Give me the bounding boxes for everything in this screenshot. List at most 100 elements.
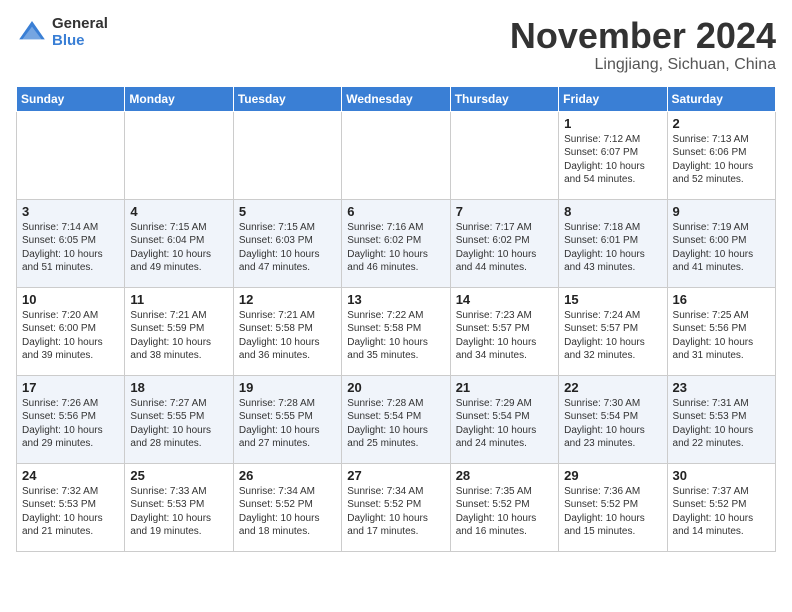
day-info: Sunrise: 7:19 AM Sunset: 6:00 PM Dayligh… <box>673 221 770 275</box>
day-info: Sunrise: 7:33 AM Sunset: 5:53 PM Dayligh… <box>130 485 227 539</box>
day-number: 5 <box>239 204 336 219</box>
calendar-cell: 29 Sunrise: 7:36 AM Sunset: 5:52 PM Dayli… <box>559 463 667 551</box>
calendar-cell: 8 Sunrise: 7:18 AM Sunset: 6:01 PM Daylig… <box>559 199 667 287</box>
day-info: Sunrise: 7:36 AM Sunset: 5:52 PM Dayligh… <box>564 485 661 539</box>
calendar-table: SundayMondayTuesdayWednesdayThursdayFrid… <box>16 86 776 552</box>
day-info: Sunrise: 7:31 AM Sunset: 5:53 PM Dayligh… <box>673 397 770 451</box>
calendar-cell: 22 Sunrise: 7:30 AM Sunset: 5:54 PM Dayli… <box>559 375 667 463</box>
day-number: 25 <box>130 468 227 483</box>
day-number: 24 <box>22 468 119 483</box>
day-info: Sunrise: 7:26 AM Sunset: 5:56 PM Dayligh… <box>22 397 119 451</box>
calendar-cell: 9 Sunrise: 7:19 AM Sunset: 6:00 PM Daylig… <box>667 199 775 287</box>
day-info: Sunrise: 7:18 AM Sunset: 6:01 PM Dayligh… <box>564 221 661 275</box>
calendar-cell: 7Sunrise: 7:17 AM Sunset: 6:02 PM Daylig… <box>450 199 558 287</box>
calendar-cell: 1Sunrise: 7:12 AM Sunset: 6:07 PM Daylig… <box>559 111 667 199</box>
calendar-cell: 23 Sunrise: 7:31 AM Sunset: 5:53 PM Dayli… <box>667 375 775 463</box>
calendar-cell: 15 Sunrise: 7:24 AM Sunset: 5:57 PM Dayli… <box>559 287 667 375</box>
day-number: 18 <box>130 380 227 395</box>
calendar-cell: 19 Sunrise: 7:28 AM Sunset: 5:55 PM Dayli… <box>233 375 341 463</box>
day-number: 2 <box>673 116 770 131</box>
title-block: November 2024 Lingjiang, Sichuan, China <box>510 16 776 74</box>
day-info: Sunrise: 7:37 AM Sunset: 5:52 PM Dayligh… <box>673 485 770 539</box>
calendar-cell: 6Sunrise: 7:16 AM Sunset: 6:02 PM Daylig… <box>342 199 450 287</box>
calendar-cell: 4Sunrise: 7:15 AM Sunset: 6:04 PM Daylig… <box>125 199 233 287</box>
day-number: 11 <box>130 292 227 307</box>
day-number: 12 <box>239 292 336 307</box>
calendar-cell: 26Sunrise: 7:34 AM Sunset: 5:52 PM Dayli… <box>233 463 341 551</box>
day-number: 26 <box>239 468 336 483</box>
calendar-cell: 20Sunrise: 7:28 AM Sunset: 5:54 PM Dayli… <box>342 375 450 463</box>
calendar-cell: 16 Sunrise: 7:25 AM Sunset: 5:56 PM Dayli… <box>667 287 775 375</box>
logo-blue: Blue <box>52 33 108 50</box>
calendar-cell: 21Sunrise: 7:29 AM Sunset: 5:54 PM Dayli… <box>450 375 558 463</box>
page-header: General Blue November 2024 Lingjiang, Si… <box>16 16 776 74</box>
weekday-header-saturday: Saturday <box>667 86 775 111</box>
day-info: Sunrise: 7:24 AM Sunset: 5:57 PM Dayligh… <box>564 309 661 363</box>
day-info: Sunrise: 7:35 AM Sunset: 5:52 PM Dayligh… <box>456 485 553 539</box>
calendar-cell <box>233 111 341 199</box>
day-number: 1 <box>564 116 661 131</box>
day-info: Sunrise: 7:30 AM Sunset: 5:54 PM Dayligh… <box>564 397 661 451</box>
day-info: Sunrise: 7:14 AM Sunset: 6:05 PM Dayligh… <box>22 221 119 275</box>
day-number: 8 <box>564 204 661 219</box>
day-info: Sunrise: 7:15 AM Sunset: 6:03 PM Dayligh… <box>239 221 336 275</box>
calendar-cell: 14 Sunrise: 7:23 AM Sunset: 5:57 PM Dayli… <box>450 287 558 375</box>
logo-icon <box>16 17 48 49</box>
calendar-cell: 28 Sunrise: 7:35 AM Sunset: 5:52 PM Dayli… <box>450 463 558 551</box>
weekday-header-tuesday: Tuesday <box>233 86 341 111</box>
day-number: 30 <box>673 468 770 483</box>
day-info: Sunrise: 7:17 AM Sunset: 6:02 PM Dayligh… <box>456 221 553 275</box>
day-info: Sunrise: 7:13 AM Sunset: 6:06 PM Dayligh… <box>673 133 770 187</box>
location: Lingjiang, Sichuan, China <box>510 56 776 74</box>
week-row-2: 3 Sunrise: 7:14 AM Sunset: 6:05 PM Daylig… <box>17 199 776 287</box>
day-number: 29 <box>564 468 661 483</box>
week-row-5: 24 Sunrise: 7:32 AM Sunset: 5:53 PM Dayli… <box>17 463 776 551</box>
logo-text: General Blue <box>52 16 108 49</box>
calendar-cell: 11 Sunrise: 7:21 AM Sunset: 5:59 PM Dayli… <box>125 287 233 375</box>
day-number: 13 <box>347 292 444 307</box>
weekday-header-row: SundayMondayTuesdayWednesdayThursdayFrid… <box>17 86 776 111</box>
day-info: Sunrise: 7:25 AM Sunset: 5:56 PM Dayligh… <box>673 309 770 363</box>
calendar-cell: 2 Sunrise: 7:13 AM Sunset: 6:06 PM Daylig… <box>667 111 775 199</box>
calendar-cell <box>125 111 233 199</box>
logo-general: General <box>52 16 108 33</box>
day-number: 10 <box>22 292 119 307</box>
day-info: Sunrise: 7:28 AM Sunset: 5:55 PM Dayligh… <box>239 397 336 451</box>
calendar-cell: 10 Sunrise: 7:20 AM Sunset: 6:00 PM Dayli… <box>17 287 125 375</box>
day-number: 23 <box>673 380 770 395</box>
calendar-cell: 24 Sunrise: 7:32 AM Sunset: 5:53 PM Dayli… <box>17 463 125 551</box>
weekday-header-sunday: Sunday <box>17 86 125 111</box>
weekday-header-wednesday: Wednesday <box>342 86 450 111</box>
day-info: Sunrise: 7:29 AM Sunset: 5:54 PM Dayligh… <box>456 397 553 451</box>
day-number: 3 <box>22 204 119 219</box>
calendar-cell: 30 Sunrise: 7:37 AM Sunset: 5:52 PM Dayli… <box>667 463 775 551</box>
day-number: 15 <box>564 292 661 307</box>
weekday-header-friday: Friday <box>559 86 667 111</box>
day-number: 17 <box>22 380 119 395</box>
week-row-3: 10 Sunrise: 7:20 AM Sunset: 6:00 PM Dayli… <box>17 287 776 375</box>
calendar-cell: 3 Sunrise: 7:14 AM Sunset: 6:05 PM Daylig… <box>17 199 125 287</box>
day-info: Sunrise: 7:32 AM Sunset: 5:53 PM Dayligh… <box>22 485 119 539</box>
day-number: 20 <box>347 380 444 395</box>
day-info: Sunrise: 7:27 AM Sunset: 5:55 PM Dayligh… <box>130 397 227 451</box>
day-info: Sunrise: 7:16 AM Sunset: 6:02 PM Dayligh… <box>347 221 444 275</box>
day-info: Sunrise: 7:22 AM Sunset: 5:58 PM Dayligh… <box>347 309 444 363</box>
day-number: 19 <box>239 380 336 395</box>
day-number: 14 <box>456 292 553 307</box>
weekday-header-monday: Monday <box>125 86 233 111</box>
calendar-cell: 25 Sunrise: 7:33 AM Sunset: 5:53 PM Dayli… <box>125 463 233 551</box>
calendar-cell: 5 Sunrise: 7:15 AM Sunset: 6:03 PM Daylig… <box>233 199 341 287</box>
weekday-header-thursday: Thursday <box>450 86 558 111</box>
day-number: 28 <box>456 468 553 483</box>
day-info: Sunrise: 7:21 AM Sunset: 5:58 PM Dayligh… <box>239 309 336 363</box>
day-info: Sunrise: 7:20 AM Sunset: 6:00 PM Dayligh… <box>22 309 119 363</box>
logo: General Blue <box>16 16 108 49</box>
day-number: 16 <box>673 292 770 307</box>
day-info: Sunrise: 7:34 AM Sunset: 5:52 PM Dayligh… <box>347 485 444 539</box>
day-info: Sunrise: 7:21 AM Sunset: 5:59 PM Dayligh… <box>130 309 227 363</box>
day-number: 22 <box>564 380 661 395</box>
month-title: November 2024 <box>510 16 776 56</box>
day-info: Sunrise: 7:23 AM Sunset: 5:57 PM Dayligh… <box>456 309 553 363</box>
day-number: 9 <box>673 204 770 219</box>
calendar-cell: 27Sunrise: 7:34 AM Sunset: 5:52 PM Dayli… <box>342 463 450 551</box>
